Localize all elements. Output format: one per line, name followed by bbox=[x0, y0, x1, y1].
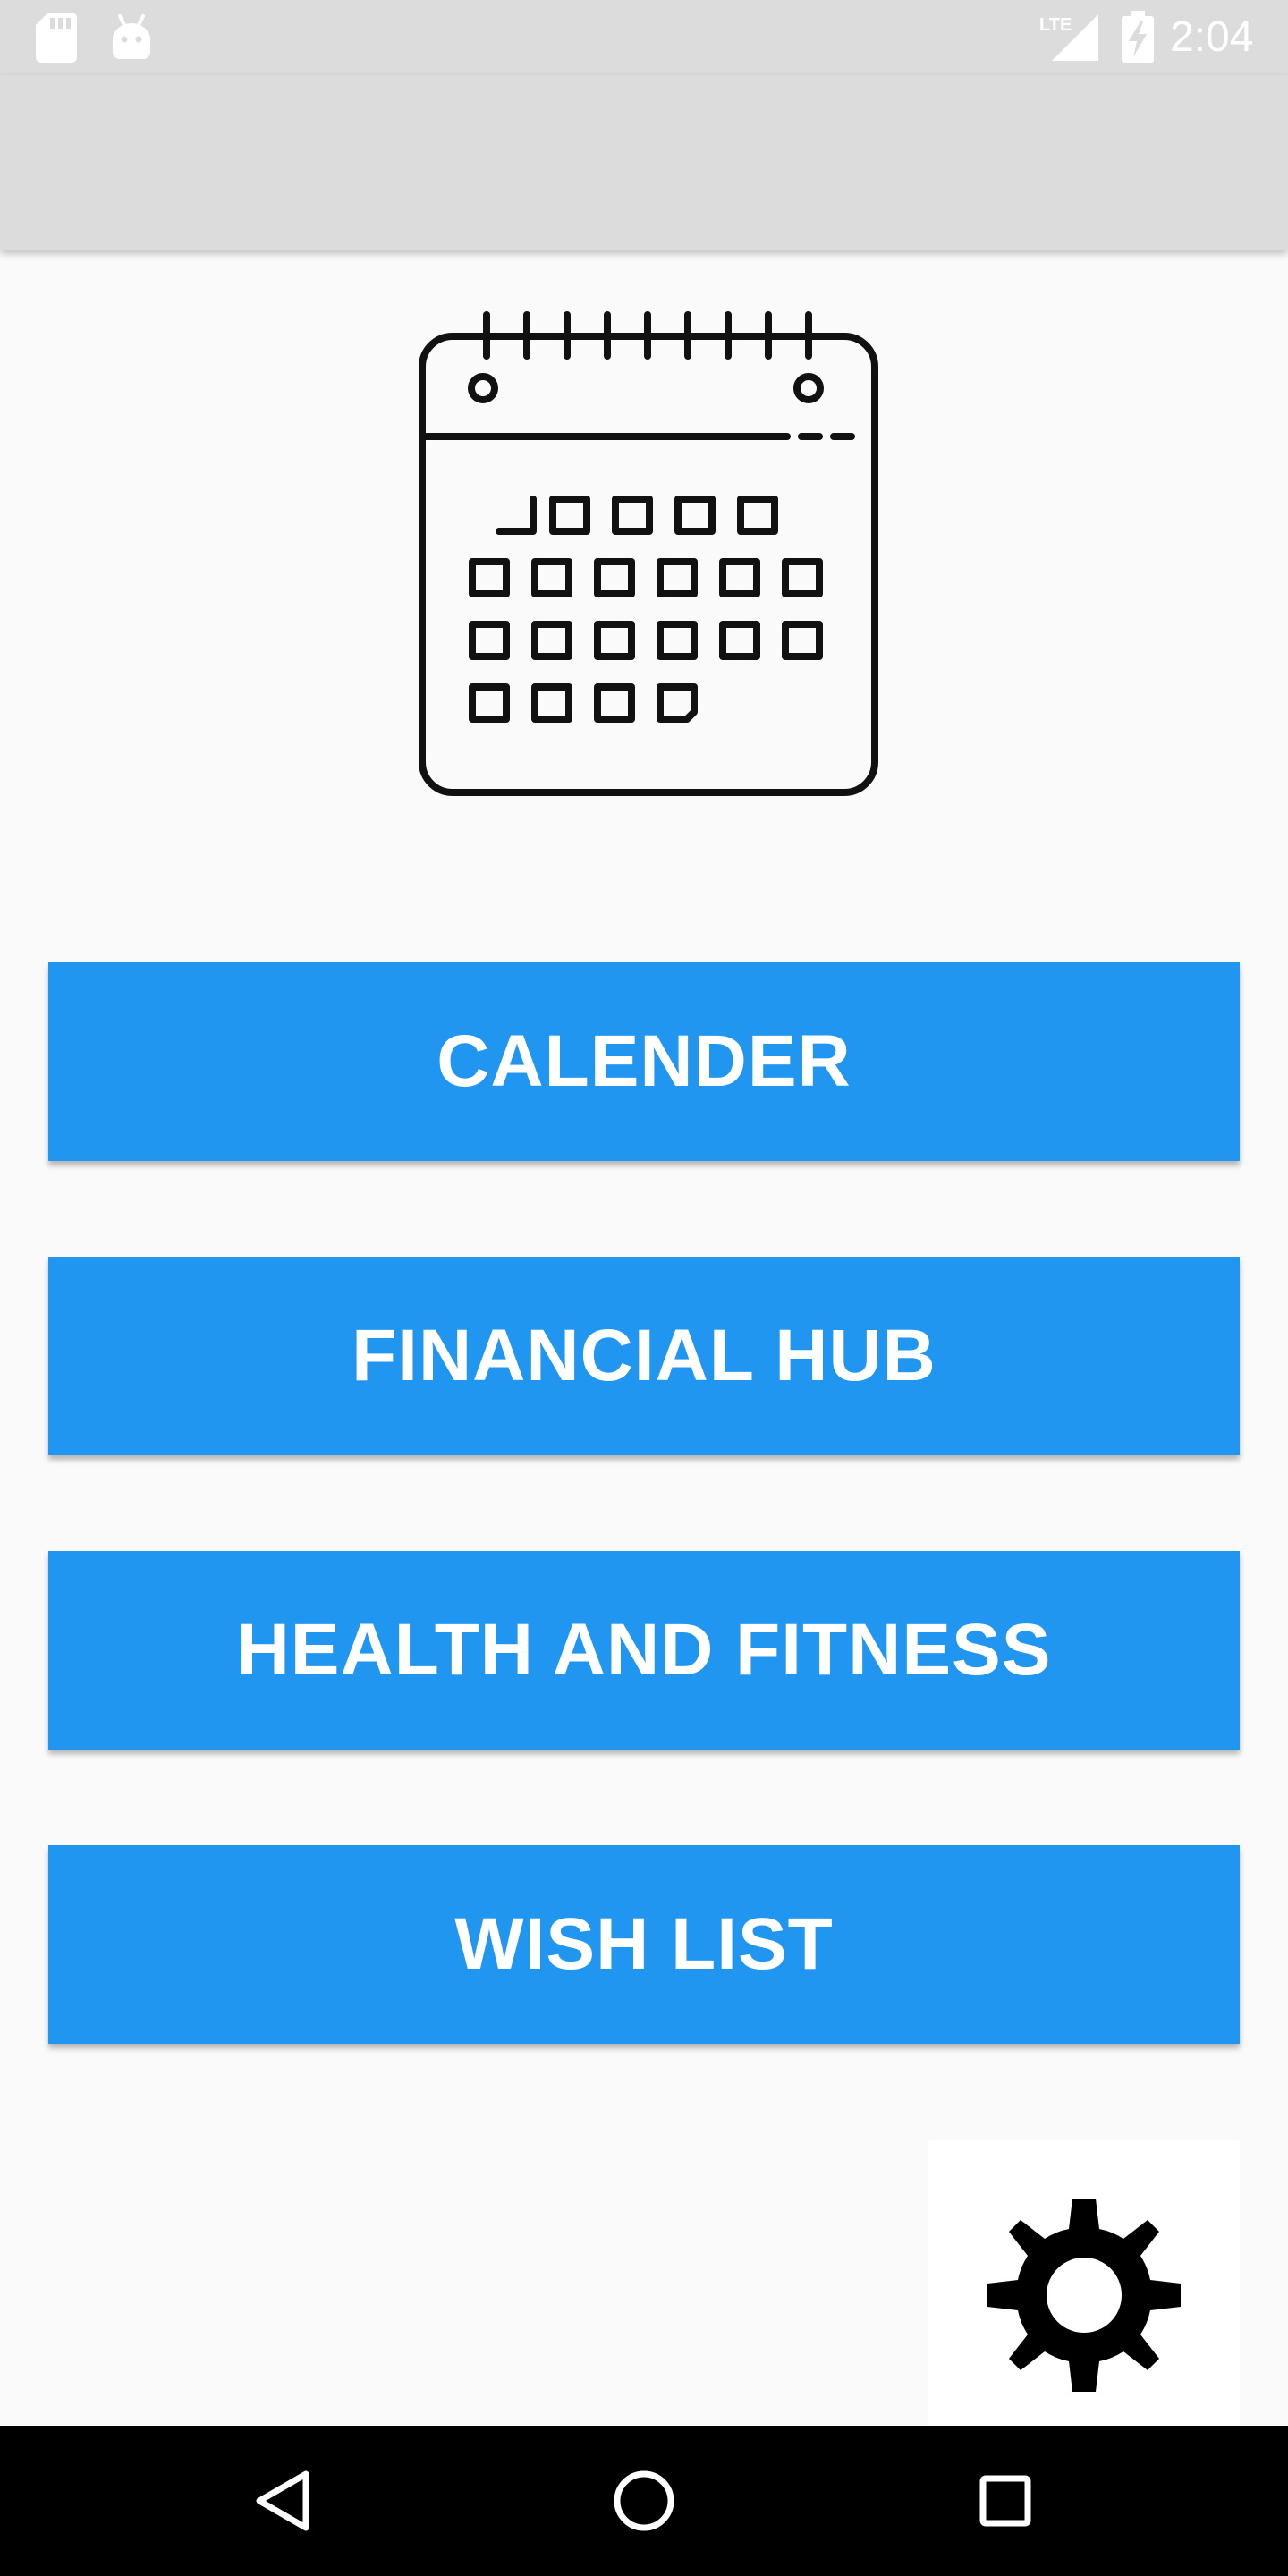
settings-button[interactable] bbox=[928, 2140, 1240, 2426]
gear-icon bbox=[987, 2199, 1181, 2392]
calendar-icon bbox=[419, 311, 878, 796]
calendar-button[interactable]: CALENDER bbox=[48, 962, 1240, 1161]
battery-charging-icon bbox=[1122, 11, 1154, 63]
back-icon[interactable] bbox=[238, 2456, 327, 2546]
health-and-fitness-button[interactable]: HEALTH AND FITNESS bbox=[48, 1551, 1240, 1750]
status-time: 2:04 bbox=[1170, 13, 1254, 61]
sd-card-icon bbox=[36, 13, 77, 63]
app-toolbar bbox=[0, 75, 1288, 250]
status-bar: LTE 2:04 bbox=[0, 0, 1288, 75]
home-icon[interactable] bbox=[599, 2456, 689, 2546]
wish-list-button[interactable]: WISH LIST bbox=[48, 1845, 1240, 2044]
navigation-bar bbox=[0, 2426, 1288, 2576]
network-type-label: LTE bbox=[1039, 15, 1072, 35]
financial-hub-button[interactable]: FINANCIAL HUB bbox=[48, 1257, 1240, 1455]
android-icon bbox=[113, 14, 150, 59]
recents-icon[interactable] bbox=[961, 2456, 1050, 2546]
lte-signal-icon: LTE bbox=[1039, 14, 1098, 61]
